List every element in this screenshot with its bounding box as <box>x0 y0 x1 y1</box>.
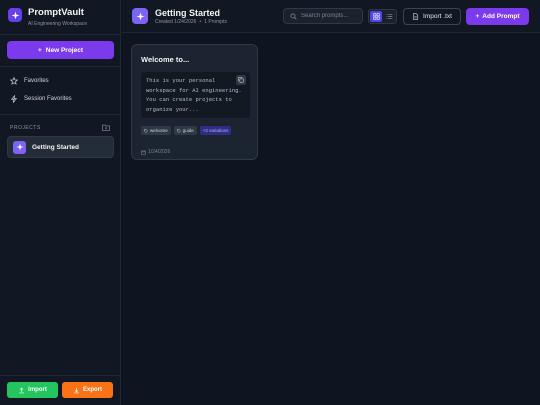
prompt-card[interactable]: Welcome to... This is your personal work… <box>131 44 258 160</box>
created-date: Created 1/24/2026 <box>155 19 197 25</box>
app-title: PromptVault <box>28 7 84 18</box>
import-txt-label: Import .txt <box>423 13 452 20</box>
plus-icon: + <box>37 46 42 54</box>
calendar-icon <box>141 149 146 155</box>
projects-heading: PROJECTS <box>10 124 41 131</box>
star-icon <box>10 77 18 85</box>
variations-label: +2 variations <box>202 128 229 133</box>
tag-list: welcome guide +2 variations <box>141 126 232 135</box>
page-title: Getting Started <box>155 8 221 18</box>
brand: PromptVault AI Engineering Workspace <box>8 7 87 27</box>
view-toggle <box>368 9 397 24</box>
export-button[interactable]: Export <box>62 382 113 398</box>
projects-header: PROJECTS <box>10 124 110 131</box>
folder-plus-icon[interactable] <box>102 124 110 131</box>
nav-session-favorites-label: Session Favorites <box>24 96 72 102</box>
grid-icon <box>372 13 380 20</box>
tag-label: welcome <box>150 128 168 133</box>
nav-favorites[interactable]: Favorites <box>10 77 49 85</box>
search-input[interactable] <box>301 13 361 19</box>
divider <box>0 34 121 35</box>
tag-label: guide <box>182 128 194 133</box>
sidebar: PromptVault AI Engineering Workspace + N… <box>0 0 121 405</box>
meta-separator: • <box>199 19 202 25</box>
project-header-icon <box>132 8 148 24</box>
list-view-button[interactable] <box>383 11 395 22</box>
add-prompt-label: Add Prompt <box>482 13 520 20</box>
card-title: Welcome to... <box>141 55 190 64</box>
add-prompt-button[interactable]: + Add Prompt <box>466 8 529 25</box>
project-item-label: Getting Started <box>32 143 79 151</box>
import-txt-button[interactable]: Import .txt <box>403 8 461 25</box>
export-label: Export <box>82 387 102 393</box>
card-date-text: 1/24/2026 <box>148 149 171 155</box>
card-preview-text: This is your personal workspace for AI e… <box>146 77 242 113</box>
new-project-label: New Project <box>45 46 83 54</box>
new-project-button[interactable]: + New Project <box>7 41 114 59</box>
tag-guide[interactable]: guide <box>173 126 197 135</box>
variations-badge[interactable]: +2 variations <box>199 126 232 135</box>
download-icon <box>74 387 79 393</box>
import-button[interactable]: Import <box>7 382 58 398</box>
main-header: Getting Started Created 1/24/2026 • 1 Pr… <box>122 0 540 33</box>
file-icon <box>413 13 419 20</box>
list-icon <box>385 13 392 20</box>
tag-welcome[interactable]: welcome <box>141 126 171 135</box>
logo-icon <box>8 8 22 22</box>
bolt-icon <box>10 95 18 103</box>
copy-button[interactable] <box>236 75 246 85</box>
upload-icon <box>19 387 25 393</box>
divider <box>0 375 121 376</box>
project-meta: Created 1/24/2026 • 1 Prompts <box>155 19 227 25</box>
search-icon <box>290 12 297 20</box>
prompt-count: 1 Prompts <box>204 19 227 25</box>
copy-icon <box>238 77 244 83</box>
card-preview: This is your personal workspace for AI e… <box>141 72 250 118</box>
tag-icon <box>176 128 181 133</box>
project-item-getting-started[interactable]: Getting Started <box>7 136 114 158</box>
plus-icon: + <box>475 13 480 20</box>
nav-favorites-label: Favorites <box>24 78 49 84</box>
grid-view-button[interactable] <box>370 11 382 22</box>
card-date: 1/24/2026 <box>141 149 170 155</box>
tag-icon <box>144 128 148 133</box>
divider <box>0 114 121 115</box>
import-label: Import <box>28 387 47 393</box>
app-subtitle: AI Engineering Workspace <box>28 21 88 27</box>
divider <box>0 66 121 67</box>
nav-session-favorites[interactable]: Session Favorites <box>10 95 72 103</box>
project-icon <box>13 140 26 154</box>
search-box[interactable] <box>283 8 363 24</box>
